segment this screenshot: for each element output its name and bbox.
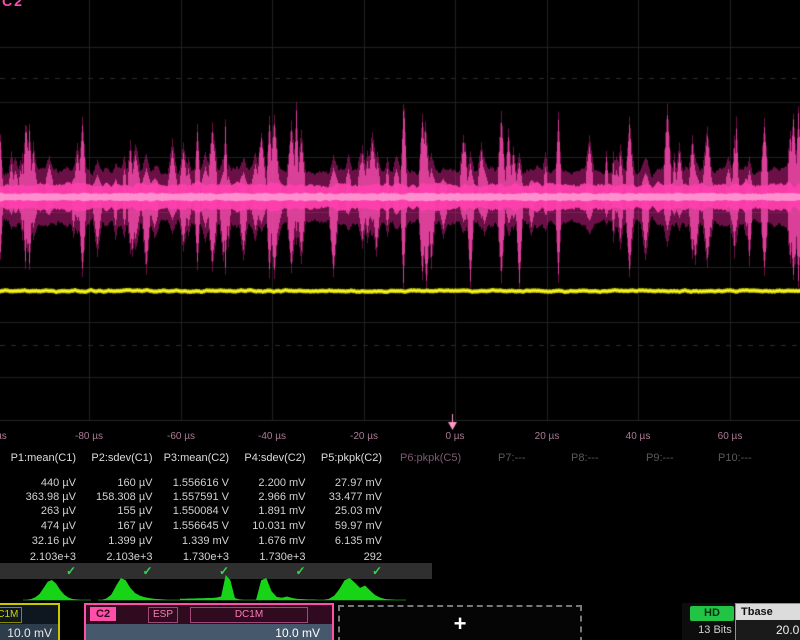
time-tick-label: 20 µs — [517, 431, 577, 442]
measure-header-inactive[interactable]: P10:--- — [718, 452, 798, 464]
measure-value: 158.308 µV — [79, 491, 153, 503]
histicon — [102, 578, 168, 600]
timebase-descriptor[interactable]: Tbase 20.0 µs — [735, 603, 800, 640]
timebase-title: Tbase — [736, 604, 800, 620]
measure-header[interactable]: P3:mean(C2) — [155, 452, 229, 464]
measure-value: 6.135 mV — [308, 535, 382, 547]
time-tick-label: 0 µs — [425, 431, 485, 442]
histicon — [180, 575, 244, 600]
oscilloscope-screen: C2 -100 µs -80 µs -60 µs -40 µs -20 µs 0 µs 20… — [0, 0, 800, 640]
time-tick-label: 60 µs — [700, 431, 760, 442]
measure-value: 10.031 mV — [232, 520, 306, 532]
measure-column[interactable]: P3:mean(C2) 1.556616 V 1.557591 V 1.550084 … — [155, 450, 229, 565]
measure-header-inactive[interactable]: P7:--- — [498, 452, 578, 464]
measure-value: 292 — [308, 551, 382, 563]
add-trace-button[interactable]: + — [338, 605, 582, 640]
measure-value: 155 µV — [79, 505, 153, 517]
time-tick-label: -100 µs — [0, 431, 20, 442]
time-axis: -100 µs -80 µs -60 µs -40 µs -20 µs 0 µs 20 µs… — [0, 431, 800, 444]
measure-column[interactable]: P5:pkpk(C2) 27.97 mV 33.477 mV 25.03 mV 59.9… — [308, 450, 382, 565]
hd-badge[interactable]: HD — [690, 606, 734, 621]
waveform-display[interactable] — [0, 0, 800, 450]
time-tick-label: 40 µs — [608, 431, 668, 442]
measure-value: 32.16 µV — [2, 535, 76, 547]
measure-header[interactable]: P1:mean(C1) — [2, 452, 76, 464]
measure-value: 33.477 mV — [308, 491, 382, 503]
plus-icon: + — [454, 611, 467, 637]
measure-value: 27.97 mV — [308, 477, 382, 489]
measure-value: 59.97 mV — [308, 520, 382, 532]
measure-value: 2.200 mV — [232, 477, 306, 489]
measure-value: 1.557591 V — [155, 491, 229, 503]
measure-value: 160 µV — [79, 477, 153, 489]
measure-value: 1.730e+3 — [155, 551, 229, 563]
time-tick-label: -60 µs — [151, 431, 211, 442]
measure-header[interactable]: P4:sdev(C2) — [232, 452, 306, 464]
measure-value: 1.891 mV — [232, 505, 306, 517]
time-tick-label: -80 µs — [59, 431, 119, 442]
measure-header-inactive[interactable]: P6:pkpk(C5) — [400, 452, 480, 464]
measure-value: 1.730e+3 — [232, 551, 306, 563]
histicon — [324, 578, 396, 600]
measure-value: 1.550084 V — [155, 505, 229, 517]
c2-label[interactable]: C2 — [90, 607, 116, 621]
measure-header[interactable]: P2:sdev(C1) — [79, 452, 153, 464]
measure-value: 263 µV — [2, 505, 76, 517]
measure-value: 2.103e+3 — [2, 551, 76, 563]
c2-coupling-badge: DC1M — [190, 607, 308, 623]
c1-vdiv-value: 10.0 mV — [0, 624, 58, 640]
c1-coupling-badge: DC1M — [0, 607, 22, 623]
channel-descriptor-c1[interactable]: C1 DC1M 10.0 mV — [0, 603, 60, 640]
measure-value: 1.556616 V — [155, 477, 229, 489]
measure-value: 1.676 mV — [232, 535, 306, 547]
measure-value: 25.03 mV — [308, 505, 382, 517]
measure-value: 1.339 mV — [155, 535, 229, 547]
measure-header-inactive[interactable]: P8:--- — [571, 452, 651, 464]
measure-header[interactable]: P5:pkpk(C2) — [308, 452, 382, 464]
measure-value: 474 µV — [2, 520, 76, 532]
measure-value: 1.399 µV — [79, 535, 153, 547]
measure-value: 2.103e+3 — [79, 551, 153, 563]
measure-column[interactable]: P4:sdev(C2) 2.200 mV 2.966 mV 1.891 mV 10.03… — [232, 450, 306, 565]
measure-value: 2.966 mV — [232, 491, 306, 503]
histicon — [27, 580, 81, 600]
measure-column[interactable]: P1:mean(C1) 440 µV 363.98 µV 263 µV 474 µV 32… — [2, 450, 76, 565]
timebase-value: 20.0 µs — [736, 620, 800, 640]
channel-descriptor-c2[interactable]: C2 ESP DC1M 10.0 mV — [84, 603, 334, 640]
measure-value: 440 µV — [2, 477, 76, 489]
histicon — [256, 578, 318, 600]
measure-value: 363.98 µV — [2, 491, 76, 503]
measure-value: 1.556645 V — [155, 520, 229, 532]
measure-header-inactive[interactable]: P9:--- — [646, 452, 726, 464]
time-tick-label: -40 µs — [242, 431, 302, 442]
trace-label: C2 — [2, 0, 24, 9]
measure-column[interactable]: P2:sdev(C1) 160 µV 158.308 µV 155 µV 167 µV 1… — [79, 450, 153, 565]
time-tick-label: -20 µs — [334, 431, 394, 442]
c2-esp-badge: ESP — [148, 607, 178, 623]
measure-value: 167 µV — [79, 520, 153, 532]
c2-vdiv-value: 10.0 mV — [86, 624, 332, 640]
measure-table: P1:mean(C1) 440 µV 363.98 µV 263 µV 474 µV 32… — [0, 450, 800, 565]
histicon-strip — [0, 574, 800, 602]
